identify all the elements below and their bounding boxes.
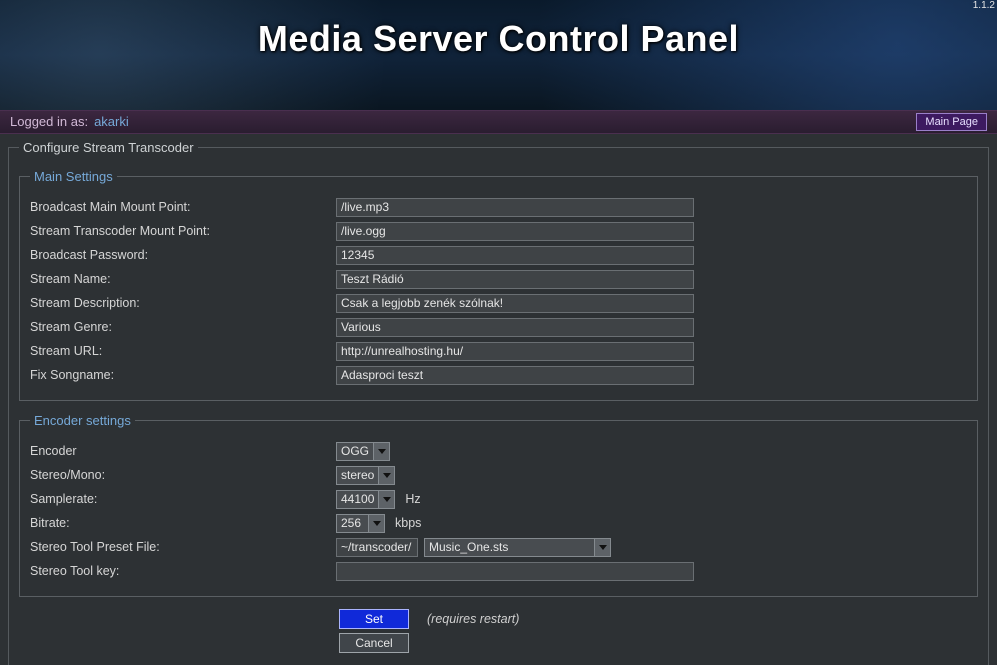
stream-name-label: Stream Name: xyxy=(30,272,336,286)
encoder-select-value: OGG xyxy=(336,442,373,461)
configure-transcoder-fieldset: Configure Stream Transcoder Main Setting… xyxy=(8,140,989,665)
dropdown-icon[interactable] xyxy=(373,442,390,461)
preset-file-select[interactable]: Music_One.sts xyxy=(424,538,611,557)
stereo-mono-select[interactable]: stereo xyxy=(336,466,395,485)
encoder-settings-legend: Encoder settings xyxy=(30,413,135,428)
bitrate-unit: kbps xyxy=(395,516,421,530)
mount-main-input[interactable] xyxy=(336,198,694,217)
bitrate-label: Bitrate: xyxy=(30,516,336,530)
mount-trans-input[interactable] xyxy=(336,222,694,241)
stereo-mono-select-value: stereo xyxy=(336,466,378,485)
page-body: Configure Stream Transcoder Main Setting… xyxy=(0,134,997,665)
samplerate-select[interactable]: 44100 xyxy=(336,490,395,509)
encoder-select[interactable]: OGG xyxy=(336,442,390,461)
dropdown-icon[interactable] xyxy=(378,490,395,509)
mount-main-label: Broadcast Main Mount Point: xyxy=(30,200,336,214)
stream-name-input[interactable] xyxy=(336,270,694,289)
stereo-mono-label: Stereo/Mono: xyxy=(30,468,336,482)
encoder-settings-fieldset: Encoder settings Encoder OGG Stereo/Mono… xyxy=(19,413,978,597)
dropdown-icon[interactable] xyxy=(594,538,611,557)
preset-file-select-value: Music_One.sts xyxy=(424,538,594,557)
stereo-tool-key-label: Stereo Tool key: xyxy=(30,564,336,578)
samplerate-select-value: 44100 xyxy=(336,490,378,509)
main-page-button[interactable]: Main Page xyxy=(916,113,987,131)
preset-file-label: Stereo Tool Preset File: xyxy=(30,540,336,554)
bitrate-select[interactable]: 256 xyxy=(336,514,385,533)
logged-in-label: Logged in as: xyxy=(10,110,88,134)
stream-description-input[interactable] xyxy=(336,294,694,313)
login-bar: Logged in as: akarki Main Page xyxy=(0,110,997,134)
samplerate-label: Samplerate: xyxy=(30,492,336,506)
app-title: Media Server Control Panel xyxy=(0,18,997,60)
set-button[interactable]: Set xyxy=(339,609,409,629)
password-input[interactable] xyxy=(336,246,694,265)
cancel-button[interactable]: Cancel xyxy=(339,633,409,653)
encoder-label: Encoder xyxy=(30,444,336,458)
stream-genre-input[interactable] xyxy=(336,318,694,337)
samplerate-unit: Hz xyxy=(405,492,420,506)
bitrate-select-value: 256 xyxy=(336,514,368,533)
password-label: Broadcast Password: xyxy=(30,248,336,262)
dropdown-icon[interactable] xyxy=(378,466,395,485)
fix-songname-label: Fix Songname: xyxy=(30,368,336,382)
main-settings-fieldset: Main Settings Broadcast Main Mount Point… xyxy=(19,169,978,401)
main-settings-legend: Main Settings xyxy=(30,169,117,184)
mount-trans-label: Stream Transcoder Mount Point: xyxy=(30,224,336,238)
requires-restart-note: (requires restart) xyxy=(427,612,519,626)
preset-path-input[interactable] xyxy=(336,538,418,557)
stream-url-label: Stream URL: xyxy=(30,344,336,358)
stream-description-label: Stream Description: xyxy=(30,296,336,310)
dropdown-icon[interactable] xyxy=(368,514,385,533)
logged-in-user: akarki xyxy=(94,110,129,134)
stereo-tool-key-input[interactable] xyxy=(336,562,694,581)
version-label: 1.1.2 xyxy=(973,0,995,11)
fix-songname-input[interactable] xyxy=(336,366,694,385)
stream-url-input[interactable] xyxy=(336,342,694,361)
configure-transcoder-legend: Configure Stream Transcoder xyxy=(19,140,198,155)
header-banner: 1.1.2 Media Server Control Panel xyxy=(0,0,997,110)
stream-genre-label: Stream Genre: xyxy=(30,320,336,334)
